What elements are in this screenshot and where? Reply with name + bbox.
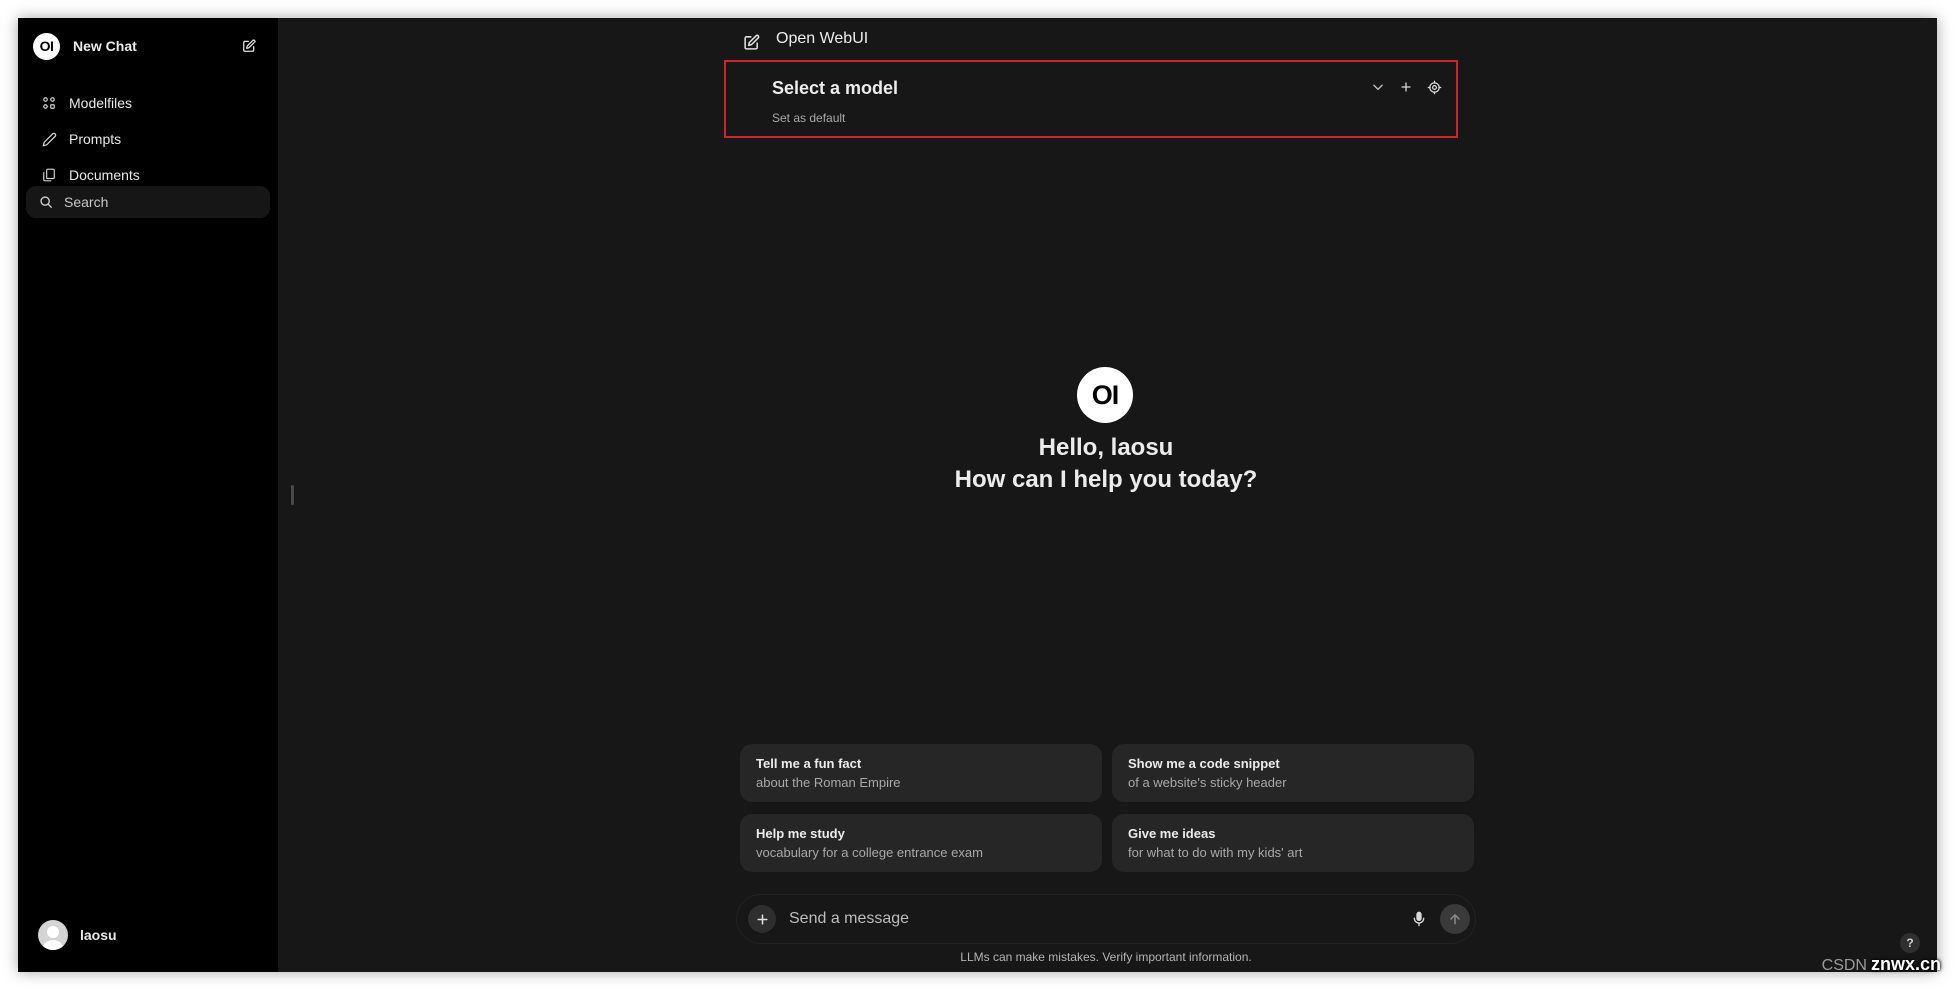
suggestion-card[interactable]: Tell me a fun fact about the Roman Empir…	[740, 744, 1102, 802]
watermark-prefix: CSDN	[1821, 957, 1867, 974]
suggestion-subtitle: for what to do with my kids' art	[1128, 845, 1303, 860]
new-chat-label: New Chat	[73, 38, 137, 54]
watermark-text: znwx.cn	[1870, 954, 1941, 974]
greeting-question: How can I help you today?	[954, 466, 1258, 493]
microphone-icon[interactable]	[1408, 908, 1430, 930]
watermark: CSDN znwx.cn	[1822, 954, 1941, 975]
app-title: Open WebUI	[776, 30, 869, 47]
user-menu[interactable]: laosu	[38, 919, 117, 951]
new-chat-button[interactable]: OI New Chat	[28, 28, 262, 64]
app-logo: OI	[33, 32, 60, 60]
greeting: Hello, laosu	[1038, 434, 1174, 461]
message-composer	[736, 894, 1476, 944]
user-name: laosu	[80, 927, 117, 943]
suggestion-subtitle: of a website's sticky header	[1128, 775, 1287, 790]
sidebar: OI New Chat Modelfiles Prompts Documents	[18, 18, 278, 972]
model-selector[interactable]: Select a model Set as default	[724, 60, 1458, 138]
search-placeholder: Search	[64, 194, 109, 210]
search-icon	[38, 194, 54, 210]
sidebar-item-label: Prompts	[69, 131, 122, 147]
chevron-down-icon[interactable]	[1368, 77, 1388, 97]
sidebar-resize-handle[interactable]	[291, 485, 294, 505]
settings-icon[interactable]	[1424, 77, 1444, 97]
hero-logo-text: OI	[1091, 379, 1119, 410]
avatar	[38, 920, 68, 950]
sidebar-item-modelfiles[interactable]: Modelfiles	[28, 87, 262, 119]
suggestion-card[interactable]: Give me ideas for what to do with my kid…	[1112, 814, 1474, 872]
suggestion-card[interactable]: Help me study vocabulary for a college e…	[740, 814, 1102, 872]
pencil-icon	[40, 130, 58, 148]
suggestion-title: Help me study	[756, 826, 845, 841]
message-input[interactable]	[789, 907, 1349, 931]
attach-plus-icon[interactable]	[748, 905, 776, 933]
sidebar-search[interactable]: Search	[26, 186, 270, 218]
hero-logo: OI	[1077, 367, 1133, 423]
modelfiles-icon	[40, 94, 58, 112]
new-chat-icon[interactable]	[741, 32, 761, 52]
app-window: OI New Chat Modelfiles Prompts Documents	[18, 18, 1937, 972]
arrow-up-icon	[1450, 914, 1460, 925]
add-model-icon[interactable]	[1396, 77, 1416, 97]
suggestion-card[interactable]: Show me a code snippet of a website's st…	[1112, 744, 1474, 802]
suggestion-title: Give me ideas	[1128, 826, 1216, 841]
sidebar-item-prompts[interactable]: Prompts	[28, 123, 262, 155]
compose-icon[interactable]	[240, 37, 258, 55]
suggestion-title: Tell me a fun fact	[756, 756, 862, 771]
documents-icon	[40, 166, 58, 184]
logo-text: OI	[39, 38, 54, 54]
suggestion-subtitle: about the Roman Empire	[756, 775, 901, 790]
disclaimer: LLMs can make mistakes. Verify important…	[960, 950, 1252, 964]
suggestion-subtitle: vocabulary for a college entrance exam	[756, 845, 983, 860]
suggestion-title: Show me a code snippet	[1128, 756, 1280, 771]
set-default-link[interactable]: Set as default	[772, 111, 845, 125]
help-button[interactable]: ?	[1900, 933, 1920, 953]
sidebar-item-label: Modelfiles	[69, 95, 133, 111]
send-button[interactable]	[1440, 904, 1470, 934]
model-selector-title[interactable]: Select a model	[772, 78, 898, 99]
sidebar-item-label: Documents	[69, 167, 140, 183]
